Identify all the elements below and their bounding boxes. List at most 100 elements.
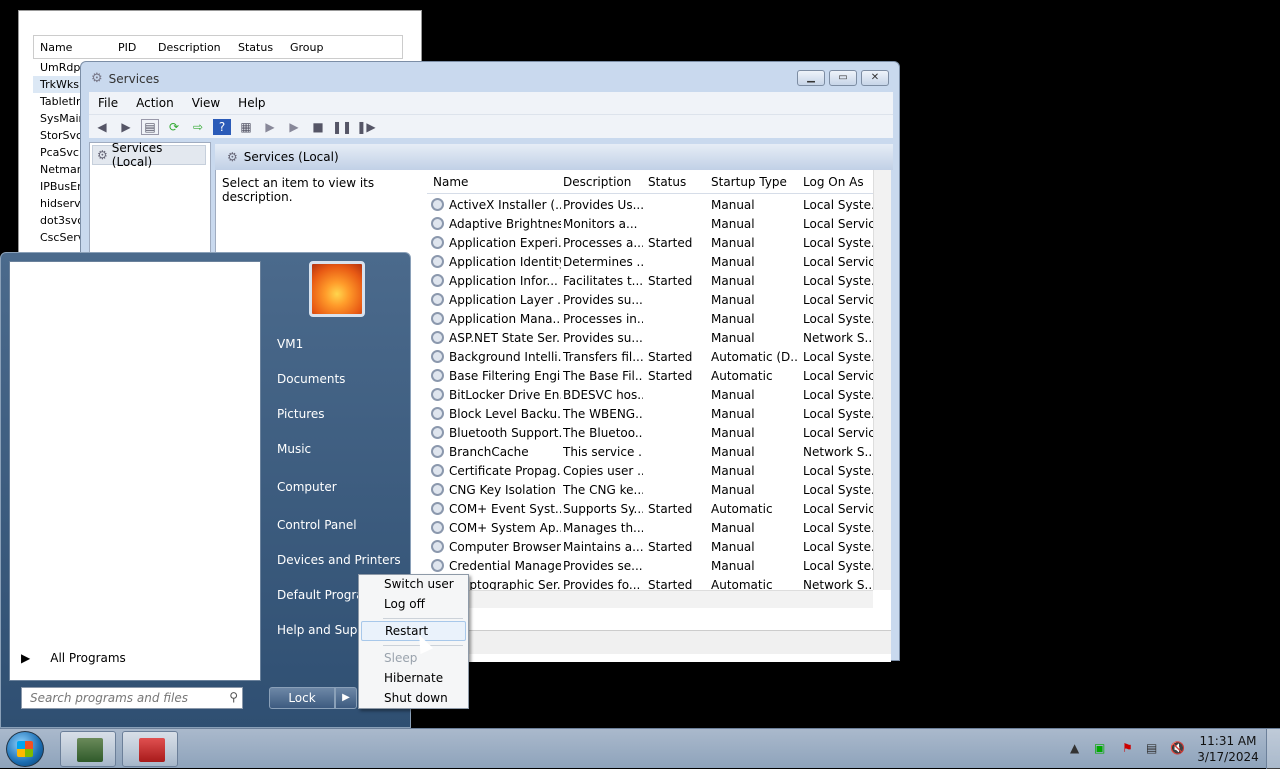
- network-activity-icon[interactable]: ▣: [1094, 741, 1105, 755]
- table-row[interactable]: Application Identity Determines ... Manual…: [427, 253, 873, 272]
- cell-logon: Local Service: [803, 217, 873, 231]
- all-programs[interactable]: ▶ All Programs: [9, 643, 259, 673]
- start-button[interactable]: [6, 731, 44, 767]
- table-row[interactable]: Application Mana... Processes in... Manual…: [427, 310, 873, 329]
- menu-action[interactable]: Action: [127, 96, 183, 110]
- start-menu: ▶ All Programs Search programs and files…: [0, 252, 411, 728]
- lock-button[interactable]: Lock: [269, 687, 335, 709]
- menu-item-control-panel[interactable]: Control Panel: [277, 518, 357, 532]
- table-row[interactable]: Application Infor... Facilitates t... Star…: [427, 272, 873, 291]
- tree-node-services-local[interactable]: ⚙ Services (Local): [92, 141, 206, 169]
- table-header: Name Description Status Startup Type Log…: [427, 170, 873, 194]
- table-row[interactable]: Credential Manager Provides se... Manual Lo…: [427, 557, 873, 576]
- cell-desc: Provides se...: [563, 559, 643, 573]
- pause-service-icon[interactable]: ❚❚: [332, 119, 352, 135]
- properties-icon[interactable]: ▦: [237, 119, 255, 135]
- restart-service-icon[interactable]: ❚▶: [356, 119, 375, 135]
- vertical-scrollbar[interactable]: [873, 170, 891, 590]
- table-row[interactable]: Block Level Backu... The WBENG... Manual Lo…: [427, 405, 873, 424]
- network-icon[interactable]: ▤: [1146, 741, 1157, 755]
- cell-startup: Manual: [711, 559, 755, 573]
- gear-icon: [431, 369, 444, 382]
- table-row[interactable]: Background Intelli... Transfers fil... Sta…: [427, 348, 873, 367]
- search-input[interactable]: Search programs and files ⚲: [21, 687, 243, 709]
- col-name[interactable]: Name: [40, 41, 72, 54]
- window-controls: ▁ ▭ ✕: [797, 70, 889, 86]
- show-hidden-icons[interactable]: ▲: [1070, 741, 1079, 755]
- stop-service-icon[interactable]: ■: [309, 119, 327, 135]
- menu-item-documents[interactable]: Documents: [277, 372, 345, 386]
- cell-desc: Copies user ...: [563, 464, 643, 478]
- help-icon[interactable]: ?: [213, 118, 231, 135]
- refresh-icon[interactable]: ⟳: [165, 119, 183, 135]
- table-row[interactable]: BranchCache This service ... Manual Network…: [427, 443, 873, 462]
- table-row[interactable]: Application Experi... Processes a... Start…: [427, 234, 873, 253]
- table-row[interactable]: Base Filtering Engi... The Base Fil... Sta…: [427, 367, 873, 386]
- forward-icon[interactable]: ▶: [117, 119, 135, 135]
- minimize-button[interactable]: ▁: [797, 70, 825, 86]
- table-row[interactable]: COM+ System Ap... Manages th... Manual Loca…: [427, 519, 873, 538]
- taskbar-services[interactable]: [122, 731, 178, 767]
- menu-item-computer[interactable]: Computer: [277, 480, 337, 494]
- menu-item-switch-user[interactable]: Switch user: [361, 575, 466, 595]
- menu-item-log-off[interactable]: Log off: [361, 595, 466, 615]
- table-row[interactable]: ASP.NET State Ser... Provides su... Manual…: [427, 329, 873, 348]
- close-button[interactable]: ✕: [861, 70, 889, 86]
- gear-icon: [431, 331, 444, 344]
- menu-help[interactable]: Help: [229, 96, 274, 110]
- export-icon[interactable]: ⇨: [189, 119, 207, 135]
- cell-desc: Supports Sy...: [563, 502, 643, 516]
- col-description[interactable]: Description: [563, 175, 631, 189]
- menu-item-music[interactable]: Music: [277, 442, 311, 456]
- cell-logon: Local Syste...: [803, 350, 873, 364]
- start-service-alt-icon[interactable]: ▶: [285, 119, 303, 135]
- gear-icon: [431, 502, 444, 515]
- col-status[interactable]: Status: [238, 41, 273, 54]
- table-row[interactable]: CNG Key Isolation The CNG ke... Manual Loca…: [427, 481, 873, 500]
- taskbar-task-manager[interactable]: [60, 731, 116, 767]
- table-row[interactable]: ActiveX Installer (... Provides Us... Manu…: [427, 196, 873, 215]
- start-service-icon[interactable]: ▶: [261, 119, 279, 135]
- gear-icon: [431, 293, 444, 306]
- table-row[interactable]: Bluetooth Support... The Bluetoo... Manual…: [427, 424, 873, 443]
- console-tree-icon[interactable]: ▤: [141, 118, 159, 135]
- col-pid[interactable]: PID: [118, 41, 136, 54]
- table-row[interactable]: Adaptive Brightness Monitors a... Manual Lo…: [427, 215, 873, 234]
- table-row[interactable]: COM+ Event Syst... Supports Sy... Started A…: [427, 500, 873, 519]
- col-startup-type[interactable]: Startup Type: [711, 175, 787, 189]
- gear-icon: [431, 255, 444, 268]
- user-avatar[interactable]: [309, 261, 365, 317]
- cell-startup: Automatic: [711, 369, 773, 383]
- gear-icon: [431, 236, 444, 249]
- menu-item-hibernate[interactable]: Hibernate: [361, 669, 466, 689]
- horizontal-scrollbar[interactable]: [427, 590, 873, 608]
- col-group[interactable]: Group: [290, 41, 324, 54]
- programs-pane: [9, 261, 261, 681]
- col-status[interactable]: Status: [648, 175, 686, 189]
- back-icon[interactable]: ◀: [93, 119, 111, 135]
- volume-muted-icon[interactable]: 🔇: [1170, 741, 1185, 755]
- menu-file[interactable]: File: [89, 96, 127, 110]
- power-options-arrow[interactable]: ▶: [335, 687, 357, 709]
- system-clock[interactable]: 11:31 AM 3/17/2024: [1192, 733, 1264, 765]
- table-row[interactable]: Application Layer ... Provides su... Manua…: [427, 291, 873, 310]
- col-log-on-as[interactable]: Log On As: [803, 175, 864, 189]
- table-row[interactable]: BitLocker Drive En... BDESVC hos... Manual…: [427, 386, 873, 405]
- col-name[interactable]: Name: [433, 175, 468, 189]
- cell-desc: BDESVC hos...: [563, 388, 643, 402]
- show-desktop-button[interactable]: [1266, 729, 1280, 769]
- action-center-icon[interactable]: ⚑: [1122, 741, 1133, 755]
- menu-item-devices-printers[interactable]: Devices and Printers: [277, 553, 401, 567]
- menu-item-shut-down[interactable]: Shut down: [361, 689, 466, 709]
- cell-status: Started: [648, 236, 693, 250]
- cell-name: Application Layer ...: [449, 293, 561, 307]
- maximize-button[interactable]: ▭: [829, 70, 857, 86]
- menu-item-user[interactable]: VM1: [277, 337, 303, 351]
- gear-icon: [431, 483, 444, 496]
- col-description[interactable]: Description: [158, 41, 221, 54]
- search-icon: ⚲: [229, 690, 238, 704]
- table-row[interactable]: Computer Browser Maintains a... Started Man…: [427, 538, 873, 557]
- menu-view[interactable]: View: [183, 96, 229, 110]
- menu-item-pictures[interactable]: Pictures: [277, 407, 325, 421]
- table-row[interactable]: Certificate Propag... Copies user ... Manu…: [427, 462, 873, 481]
